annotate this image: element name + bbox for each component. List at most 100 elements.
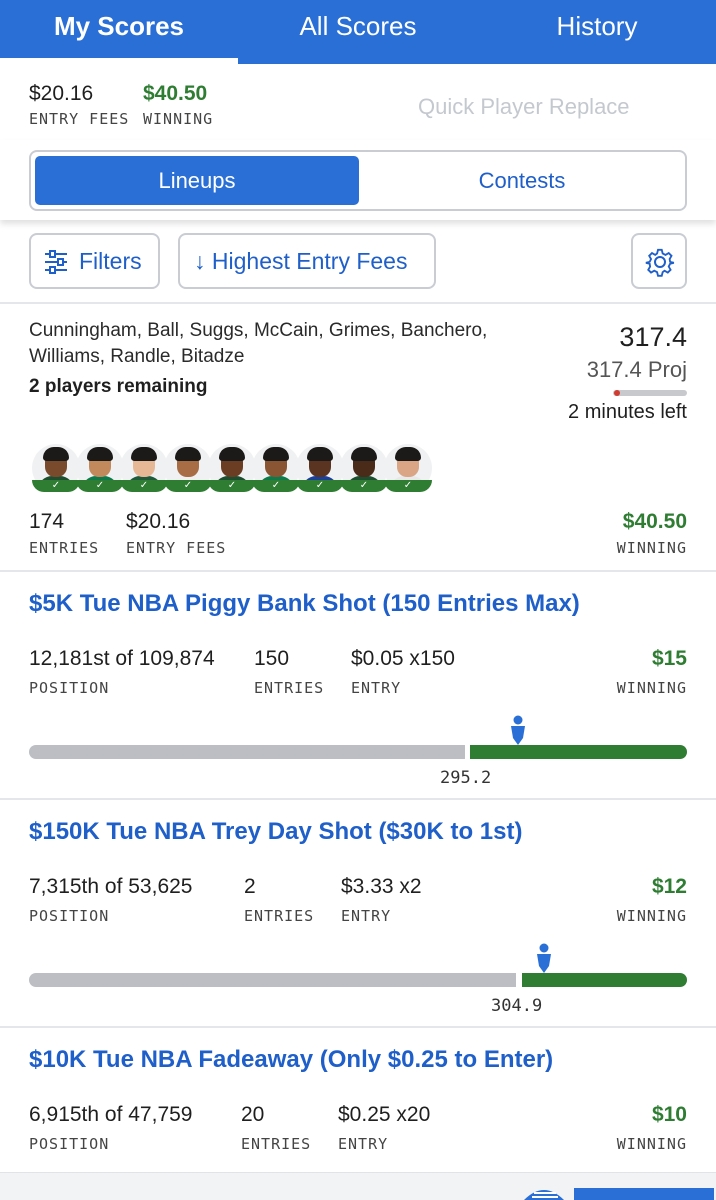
player-hair — [351, 447, 377, 461]
player-avatar[interactable]: ✓ — [164, 444, 212, 496]
tab-all-scores[interactable]: All Scores — [238, 0, 478, 64]
view-toggle-area: Lineups Contests — [0, 140, 716, 220]
lineup-entries-value: 174 — [29, 510, 65, 533]
checkmark-icon: ✓ — [76, 480, 124, 492]
contest-entries: 2 — [244, 875, 256, 898]
lineup-score: 317.4 — [619, 322, 687, 352]
sort-button[interactable]: ↓ Highest Entry Fees — [178, 233, 436, 289]
contest-winning: $12 — [651, 875, 687, 898]
player-hair — [131, 447, 157, 461]
player-avatar[interactable]: ✓ — [76, 444, 124, 496]
contest-title[interactable]: $5K Tue NBA Piggy Bank Shot (150 Entries… — [29, 590, 580, 618]
player-avatar[interactable]: ✓ — [384, 444, 432, 496]
winning-label: WINNING — [616, 1135, 687, 1153]
players-remaining: 2 players remaining — [29, 376, 208, 397]
player-avatar[interactable]: ✓ — [208, 444, 256, 496]
total-entry-fees-label: ENTRY FEES — [29, 110, 130, 128]
player-avatar[interactable]: ✓ — [252, 444, 300, 496]
contest-position: 7,315th of 53,625 — [29, 875, 193, 898]
player-hair — [395, 447, 421, 461]
divider — [0, 570, 716, 572]
tab-history[interactable]: History — [478, 0, 716, 64]
player-avatar[interactable]: ✓ — [296, 444, 344, 496]
total-winning-label: WINNING — [143, 110, 214, 128]
lineup-fees-value: $20.16 — [126, 510, 191, 533]
total-winning-value: $40.50 — [143, 82, 208, 105]
player-hair — [219, 447, 245, 461]
segmented-control: Lineups Contests — [29, 150, 687, 211]
progress-dot — [614, 390, 620, 396]
contest-entries: 20 — [241, 1103, 265, 1126]
below-cash-segment — [29, 973, 516, 987]
filters-button[interactable]: Filters — [29, 233, 160, 289]
person-marker-icon — [511, 715, 525, 745]
player-hair — [307, 447, 333, 461]
contest-entry-fee: $0.25 x20 — [338, 1103, 431, 1126]
entry-label: ENTRY — [338, 1135, 389, 1153]
entry-label: ENTRY — [341, 907, 392, 925]
contest-entry-fee: $0.05 x150 — [351, 647, 455, 670]
settings-button[interactable] — [631, 233, 687, 289]
winning-label: WINNING — [616, 907, 687, 925]
summary-bar: $20.16 ENTRY FEES $40.50 WINNING Quick P… — [0, 64, 716, 148]
sliders-icon — [45, 250, 67, 274]
top-tab-bar: My Scores All Scores History — [0, 0, 716, 64]
checkmark-icon: ✓ — [384, 480, 432, 492]
time-left: 2 minutes left — [568, 401, 687, 423]
divider — [0, 1026, 716, 1028]
player-hair — [263, 447, 289, 461]
projection-progress-bar — [613, 390, 687, 396]
filters-label: Filters — [79, 248, 142, 274]
entries-label: ENTRIES — [254, 679, 325, 697]
player-avatar[interactable]: ✓ — [120, 444, 168, 496]
lineup-winning-label: WINNING — [616, 539, 687, 557]
divider — [0, 302, 716, 304]
lineups-segment[interactable]: Lineups — [35, 156, 359, 205]
payout-line-bar — [29, 943, 687, 987]
lineup-fees-label: ENTRY FEES — [126, 539, 227, 557]
player-avatar[interactable]: ✓ — [340, 444, 388, 496]
entries-label: ENTRIES — [241, 1135, 312, 1153]
checkmark-icon: ✓ — [164, 480, 212, 492]
payout-line-bar — [29, 715, 687, 759]
checkmark-icon: ✓ — [120, 480, 168, 492]
contest-position: 6,915th of 47,759 — [29, 1103, 193, 1126]
person-marker-icon — [537, 943, 551, 973]
checkmark-icon: ✓ — [32, 480, 80, 492]
position-label: POSITION — [29, 679, 110, 697]
below-cash-segment — [29, 745, 465, 759]
contest-position: 12,181st of 109,874 — [29, 647, 215, 670]
checkmark-icon: ✓ — [252, 480, 300, 492]
player-avatar[interactable]: ✓ — [32, 444, 80, 496]
lineup-winning-value: $40.50 — [622, 510, 687, 533]
player-hair — [175, 447, 201, 461]
contest-winning: $10 — [651, 1103, 687, 1126]
checkmark-icon: ✓ — [296, 480, 344, 492]
checkmark-icon: ✓ — [208, 480, 256, 492]
position-label: POSITION — [29, 907, 110, 925]
tab-my-scores[interactable]: My Scores — [0, 0, 238, 64]
contest-entries: 150 — [254, 647, 290, 670]
brand-logo — [524, 1188, 714, 1200]
checkmark-icon: ✓ — [340, 480, 388, 492]
quick-player-replace-button[interactable]: Quick Player Replace — [418, 94, 630, 120]
cutline-score: 304.9 — [491, 996, 543, 1016]
lineup-players: Cunningham, Ball, Suggs, McCain, Grimes,… — [29, 320, 488, 367]
position-label: POSITION — [29, 1135, 110, 1153]
entries-label: ENTRIES — [244, 907, 315, 925]
lineup-projection: 317.4 Proj — [586, 357, 687, 382]
divider — [0, 798, 716, 800]
cashing-segment — [522, 973, 687, 987]
winning-label: WINNING — [616, 679, 687, 697]
cutline-score: 295.2 — [440, 768, 492, 788]
sort-label: ↓ Highest Entry Fees — [194, 248, 408, 274]
contest-title[interactable]: $150K Tue NBA Trey Day Shot ($30K to 1st… — [29, 818, 522, 846]
total-entry-fees-value: $20.16 — [29, 82, 94, 105]
entry-label: ENTRY — [351, 679, 402, 697]
player-hair — [43, 447, 69, 461]
cashing-segment — [470, 745, 687, 759]
gear-icon — [645, 248, 675, 277]
contest-title[interactable]: $10K Tue NBA Fadeaway (Only $0.25 to Ent… — [29, 1046, 553, 1074]
contest-winning: $15 — [651, 647, 687, 670]
contests-segment[interactable]: Contests — [361, 156, 683, 205]
